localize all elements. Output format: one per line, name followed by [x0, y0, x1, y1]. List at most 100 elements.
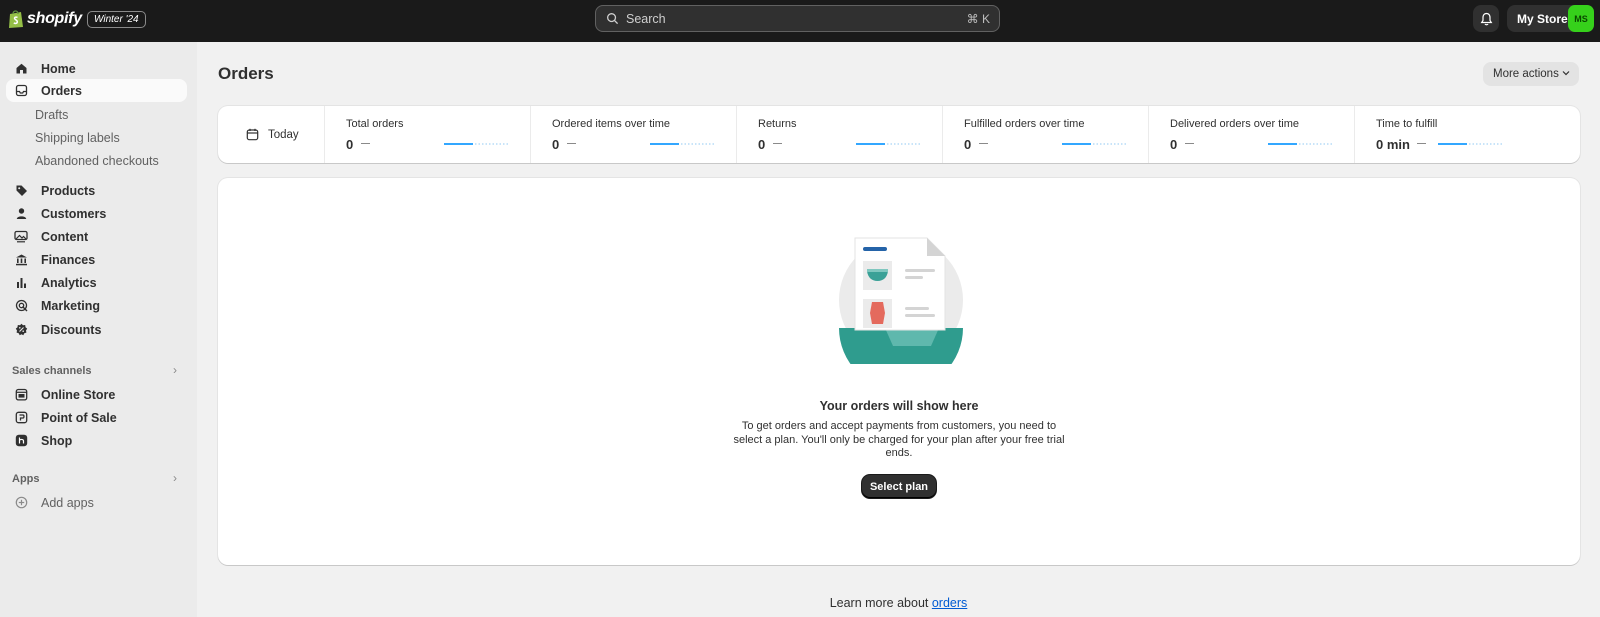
avatar: MS: [1568, 5, 1594, 32]
metric-title: Delivered orders over time: [1170, 118, 1299, 130]
metric-delivered-orders[interactable]: Delivered orders over time 0: [1149, 106, 1355, 163]
metric-value: 0: [964, 137, 972, 152]
sidebar-item-finances[interactable]: Finances: [6, 248, 187, 271]
plus-circle-icon: [14, 496, 28, 510]
orders-help-link[interactable]: orders: [932, 596, 967, 610]
sidebar-item-online-store[interactable]: Online Store: [6, 383, 187, 406]
image-icon: [14, 230, 28, 244]
sidebar: Home Orders Drafts Shipping labels Aband…: [0, 42, 197, 617]
search-icon: [607, 13, 619, 25]
orders-empty-state: Your orders will show here To get orders…: [218, 178, 1580, 565]
chevron-right-icon[interactable]: ›: [173, 363, 177, 377]
sidebar-item-marketing[interactable]: Marketing: [6, 294, 187, 317]
metric-value: 0: [758, 137, 766, 152]
store-icon: [14, 388, 28, 402]
store-name: My Store: [1517, 11, 1568, 26]
sparkline: [1438, 143, 1504, 145]
chevron-right-icon[interactable]: ›: [173, 471, 177, 485]
shop-icon: [14, 434, 28, 448]
metric-total-orders[interactable]: Total orders 0: [325, 106, 531, 163]
more-actions-label: More actions: [1493, 68, 1559, 80]
sidebar-item-point-of-sale[interactable]: Point of Sale: [6, 406, 187, 429]
search-input[interactable]: Search ⌘ K: [595, 5, 1000, 32]
version-badge: Winter '24: [87, 11, 146, 28]
sparkline: [1062, 143, 1128, 145]
bell-icon: [1480, 12, 1492, 25]
more-actions-button[interactable]: More actions: [1483, 62, 1579, 86]
metric-title: Fulfilled orders over time: [964, 118, 1085, 130]
sidebar-item-content[interactable]: Content: [6, 225, 187, 248]
orders-empty-illustration: [839, 237, 963, 364]
sparkline: [444, 143, 510, 145]
sparkline: [856, 143, 922, 145]
sidebar-item-label: Analytics: [41, 275, 97, 290]
sidebar-item-analytics[interactable]: Analytics: [6, 271, 187, 294]
sidebar-item-shipping-labels[interactable]: Shipping labels: [6, 126, 187, 149]
person-icon: [14, 207, 28, 221]
learn-more-text: Learn more about: [829, 596, 929, 610]
sales-channels-heading[interactable]: Sales channels: [12, 365, 92, 377]
sidebar-item-add-apps[interactable]: Add apps: [6, 491, 187, 514]
metric-time-to-fulfill[interactable]: Time to fulfill 0 min: [1355, 106, 1561, 163]
metric-change-dash: [773, 143, 782, 144]
sidebar-item-abandoned-checkouts[interactable]: Abandoned checkouts: [6, 149, 187, 172]
sidebar-item-shop[interactable]: Shop: [6, 429, 187, 452]
sidebar-item-home[interactable]: Home: [6, 57, 187, 80]
sidebar-item-label: Drafts: [35, 107, 69, 122]
metric-title: Ordered items over time: [552, 118, 670, 130]
metric-value: 0: [1170, 137, 1178, 152]
page-title: Orders: [218, 64, 274, 83]
metric-value: 0 min: [1376, 137, 1410, 152]
sidebar-item-label: Content: [41, 229, 89, 244]
discount-icon: [14, 323, 28, 337]
empty-state-heading: Your orders will show here: [819, 399, 979, 413]
metric-change-dash: [1185, 143, 1194, 144]
sidebar-item-label: Customers: [41, 206, 107, 221]
metric-change-dash: [361, 143, 370, 144]
sidebar-item-label: Shop: [41, 433, 73, 448]
date-range-button[interactable]: Today: [218, 106, 325, 163]
sidebar-item-label: Finances: [41, 252, 96, 267]
empty-state-description: To get orders and accept payments from c…: [733, 420, 1065, 459]
learn-more-footer: Learn more about orders: [0, 596, 1600, 610]
bank-icon: [14, 253, 28, 267]
tag-icon: [14, 184, 28, 198]
target-icon: [14, 299, 28, 313]
metric-title: Total orders: [346, 118, 404, 130]
metric-title: Returns: [758, 118, 797, 130]
store-menu-button[interactable]: My Store MS: [1507, 5, 1594, 32]
notifications-button[interactable]: [1473, 5, 1499, 32]
sidebar-item-products[interactable]: Products: [6, 179, 187, 202]
metric-value: 0: [346, 137, 354, 152]
home-icon: [14, 62, 28, 76]
sidebar-item-label: Add apps: [41, 495, 94, 510]
sparkline: [1268, 143, 1334, 145]
sidebar-item-customers[interactable]: Customers: [6, 202, 187, 225]
bar-chart-icon: [14, 276, 28, 290]
chevron-down-icon: [1562, 71, 1570, 76]
sidebar-item-label: Abandoned checkouts: [35, 153, 159, 168]
sidebar-item-orders[interactable]: Orders: [6, 79, 187, 102]
metric-title: Time to fulfill: [1376, 118, 1438, 130]
metric-fulfilled-orders[interactable]: Fulfilled orders over time 0: [943, 106, 1149, 163]
select-plan-button[interactable]: Select plan: [862, 475, 936, 498]
date-range-label: Today: [268, 128, 299, 141]
sidebar-item-drafts[interactable]: Drafts: [6, 103, 187, 126]
sparkline: [650, 143, 716, 145]
metric-value: 0: [552, 137, 560, 152]
sidebar-item-label: Home: [41, 61, 76, 76]
shopify-bag-icon: [9, 10, 23, 28]
sidebar-item-discounts[interactable]: Discounts: [6, 318, 187, 341]
metric-ordered-items[interactable]: Ordered items over time 0: [531, 106, 737, 163]
sidebar-item-label: Online Store: [41, 387, 116, 402]
sidebar-item-label: Shipping labels: [35, 130, 120, 145]
sidebar-item-label: Point of Sale: [41, 410, 117, 425]
sidebar-item-label: Marketing: [41, 298, 101, 313]
metrics-bar: Today Total orders 0 Ordered items over …: [218, 106, 1580, 163]
inbox-icon: [14, 84, 28, 98]
metric-returns[interactable]: Returns 0: [737, 106, 943, 163]
apps-heading[interactable]: Apps: [12, 473, 40, 485]
shopify-logo[interactable]: shopify: [8, 9, 82, 29]
sidebar-item-label: Products: [41, 183, 96, 198]
metric-change-dash: [979, 143, 988, 144]
